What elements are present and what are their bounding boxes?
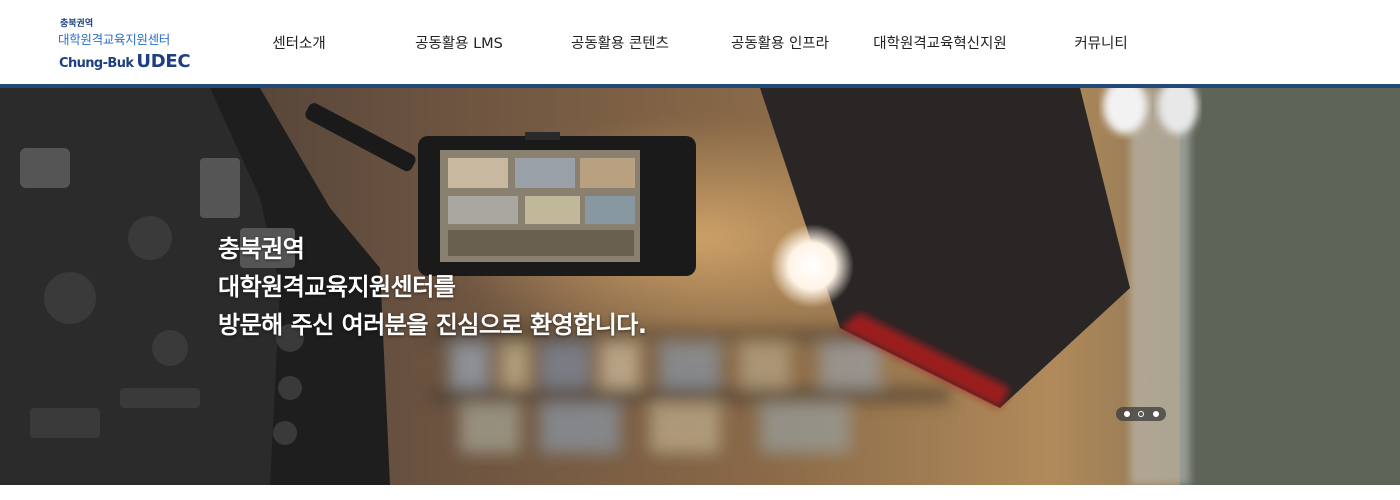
- hero-banner: 충북권역 대학원격교육지원센터를 방문해 주신 여러분을 진심으로 환영합니다.: [0, 88, 1400, 485]
- logo-wordmark-udec: UDEC: [136, 51, 191, 72]
- logo-center-name: 대학원격교육지원센터: [58, 32, 171, 47]
- nav-item-shared-contents[interactable]: 공동활용 콘텐츠: [571, 33, 669, 55]
- page-bottom-strip: [0, 485, 1400, 500]
- nav-item-shared-infra[interactable]: 공동활용 인프라: [731, 33, 829, 55]
- hero-welcome-text: 충북권역 대학원격교육지원센터를 방문해 주신 여러분을 진심으로 환영합니다.: [218, 230, 647, 344]
- nav-item-community[interactable]: 커뮤니티: [1074, 33, 1127, 55]
- logo-wordmark: Chung-Buk UDEC: [59, 51, 191, 72]
- logo-region-text: 충북권역: [60, 19, 94, 29]
- nav-item-remote-innovation[interactable]: 대학원격교육혁신지원: [873, 33, 1006, 55]
- nav-item-shared-lms[interactable]: 공동활용 LMS: [415, 33, 503, 55]
- slider-dot-2[interactable]: [1138, 411, 1144, 417]
- logo-wordmark-region: Chung-Buk: [59, 56, 134, 71]
- slider-dot-3[interactable]: [1153, 411, 1159, 417]
- nav-item-center-intro[interactable]: 센터소개: [272, 33, 325, 55]
- site-header: 충북권역 대학원격교육지원센터 Chung-Buk UDEC 센터소개 공동활용 …: [0, 0, 1400, 84]
- hero-background-image: [0, 88, 1400, 485]
- hero-line-2: 대학원격교육지원센터를: [218, 273, 456, 301]
- hero-line-3: 방문해 주신 여러분을 진심으로 환영합니다.: [218, 311, 647, 339]
- slider-pagination: [1116, 407, 1166, 421]
- hero-line-1: 충북권역: [218, 235, 305, 263]
- site-logo[interactable]: 충북권역 대학원격교육지원센터 Chung-Buk UDEC: [58, 16, 198, 72]
- slider-dot-1[interactable]: [1124, 411, 1130, 417]
